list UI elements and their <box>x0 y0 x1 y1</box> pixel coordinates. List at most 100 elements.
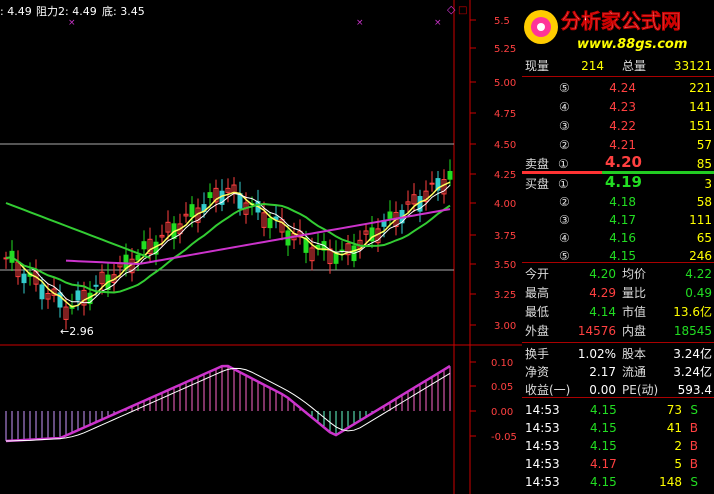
indicator-axis: 0.10 0.05 0.00 -0.05 <box>470 358 517 443</box>
ask-level: ① <box>558 157 569 171</box>
bid-price: 4.19 <box>604 173 642 191</box>
tick-row: 14:53 4.15 2 B <box>522 437 714 455</box>
indicator-tick-label: 0.05 <box>491 382 513 393</box>
ask-label: 卖盘 <box>525 157 550 171</box>
candle-body <box>387 211 393 219</box>
ask-row: ④ 4.23 141 <box>522 98 714 116</box>
logo-url: www.88gs.com <box>577 37 687 52</box>
tick-volume: 41 <box>666 421 682 435</box>
price-tick-label: 5.25 <box>494 44 516 55</box>
marker-x3: × <box>434 18 442 28</box>
macd-histogram <box>5 364 451 443</box>
stat-label-1: 今开 <box>525 267 550 281</box>
price-tick-label: 3.00 <box>494 321 516 332</box>
marker-x2: × <box>356 18 364 28</box>
tick-volume: 2 <box>674 439 682 453</box>
tick-row: 14:53 4.17 5 B <box>522 455 714 473</box>
price-tick-label: 5.00 <box>494 78 516 89</box>
ask-volume: 85 <box>696 157 712 171</box>
fund-label-2: PE(动) <box>622 383 659 397</box>
total-label: 总量 <box>622 59 647 73</box>
bid-level: ④ <box>559 231 570 245</box>
indicator-bottom: 底: 3.45 <box>102 4 145 18</box>
candle-body <box>75 290 81 301</box>
site-logo: 分析家公式网 www.88gs.com <box>517 0 714 57</box>
price-tick-label: 3.75 <box>494 231 516 242</box>
tick-price: 4.15 <box>590 475 617 489</box>
bid-level: ① <box>558 177 569 191</box>
diamond-icon: ◇ <box>447 3 456 16</box>
logo-name: 分析家公式网 <box>561 9 681 33</box>
indicator-tick-label: -0.05 <box>491 432 517 443</box>
volume-label: 现量 <box>525 59 550 73</box>
price-tick-label: 4.50 <box>494 140 516 151</box>
bid-row: 买盘 ① 4.19 3 <box>522 173 714 193</box>
stat-value-1: 4.29 <box>589 286 616 300</box>
bid-price: 4.17 <box>609 213 636 227</box>
logo-graphic: 分析家公式网 www.88gs.com <box>524 9 687 52</box>
stat-label-1: 最低 <box>525 305 550 319</box>
candle-body <box>39 284 45 300</box>
bid-volume: 111 <box>689 213 712 227</box>
fundamental-row: 换手 1.02% 股本 3.24亿 <box>522 345 714 363</box>
stat-row: 外盘 14576 内盘 18545 <box>522 322 714 340</box>
divider <box>522 397 714 398</box>
tick-time: 14:53 <box>525 457 560 471</box>
stat-label-2: 内盘 <box>622 324 647 338</box>
stat-row: 最低 4.14 市值 13.6亿 <box>522 303 714 321</box>
divider <box>522 76 714 77</box>
price-tick-label: 4.25 <box>494 170 516 181</box>
fund-value-2: 593.4 <box>677 383 712 397</box>
indicator-tick-label: 0.00 <box>491 407 513 418</box>
square-icon: □ <box>458 5 467 16</box>
candle-body <box>267 218 273 229</box>
ask-price: 4.20 <box>604 153 642 171</box>
fund-label-1: 净资 <box>525 365 550 379</box>
fund-label-1: 换手 <box>525 347 550 361</box>
bid-level: ③ <box>559 213 570 227</box>
low-marker: ←2.96 <box>60 325 94 338</box>
candle-body <box>93 284 99 287</box>
candle-body <box>141 241 147 250</box>
ask-level: ④ <box>559 100 570 114</box>
fund-label-1: 收益(一) <box>525 383 571 397</box>
bid-row: ④ 4.16 65 <box>522 229 714 247</box>
candle-body <box>447 170 453 180</box>
candle-body <box>429 182 435 185</box>
tick-time: 14:53 <box>525 439 560 453</box>
volume-value: 214 <box>581 59 604 73</box>
price-tick-label: 4.00 <box>494 199 516 210</box>
stat-value-1: 4.20 <box>589 267 616 281</box>
bid-row: ② 4.18 58 <box>522 193 714 211</box>
stat-label-2: 市值 <box>622 305 647 319</box>
tick-volume: 148 <box>659 475 682 489</box>
bid-price: 4.18 <box>609 195 636 209</box>
stat-value-1: 4.14 <box>589 305 616 319</box>
tick-volume: 73 <box>666 403 682 417</box>
ask-price: 4.23 <box>609 100 636 114</box>
candle-body <box>207 192 213 199</box>
tick-side: B <box>689 457 698 471</box>
ask-price: 4.21 <box>609 138 636 152</box>
price-tick-label: 4.75 <box>494 109 516 120</box>
ask-level: ② <box>559 138 570 152</box>
stat-value-2: 18545 <box>673 324 712 338</box>
tick-price: 4.17 <box>590 457 617 471</box>
fund-value-1: 0.00 <box>589 383 616 397</box>
tick-time: 14:53 <box>525 475 560 489</box>
ask-volume: 57 <box>696 138 712 152</box>
fund-value-2: 3.24亿 <box>673 347 712 361</box>
ask-row: ③ 4.22 151 <box>522 117 714 135</box>
volume-row: 现量 214 总量 33121 <box>522 57 714 75</box>
candle-body <box>237 193 243 209</box>
bid-volume: 65 <box>696 231 712 245</box>
price-tick-label: 3.25 <box>494 290 516 301</box>
total-value: 33121 <box>673 59 712 73</box>
ask-volume: 141 <box>689 100 712 114</box>
stat-label-1: 最高 <box>525 286 550 300</box>
stock-terminal: 5.5 5.25 5.00 4.75 4.50 4.25 4.00 3.75 3.50 3.25 3… <box>0 0 714 494</box>
ma-green-start <box>5 202 151 259</box>
stat-label-2: 量比 <box>622 286 647 300</box>
kline-chart[interactable]: 5.5 5.25 5.00 4.75 4.50 4.25 4.00 3.75 3.50 3.25 3… <box>0 0 522 494</box>
stat-row: 今开 4.20 均价 4.22 <box>522 265 714 283</box>
